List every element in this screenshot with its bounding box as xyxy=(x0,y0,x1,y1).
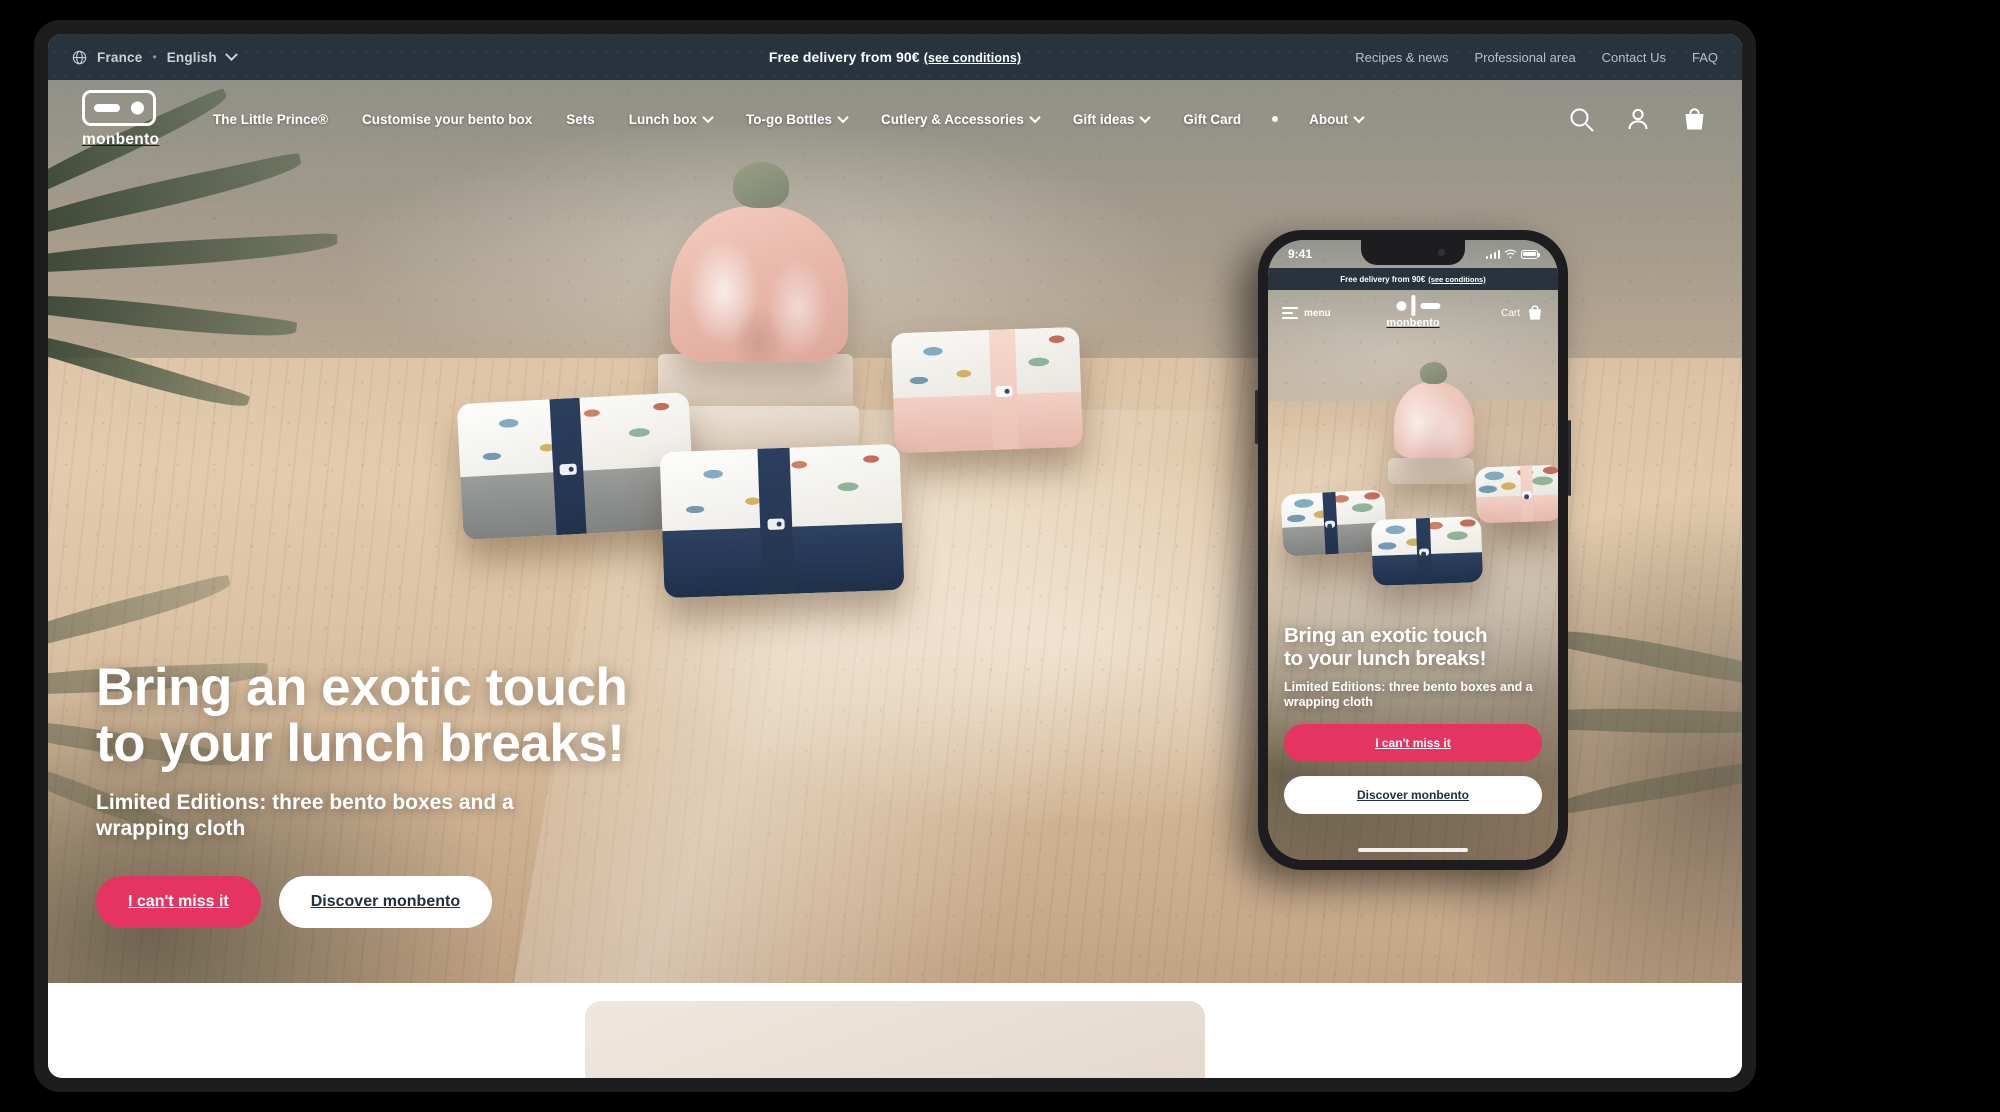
monbento-logo-icon xyxy=(82,89,156,126)
nav-separator-dot xyxy=(1272,116,1279,122)
search-icon[interactable] xyxy=(1568,106,1595,133)
hero-cta-group: I can't miss it Discover monbento xyxy=(96,876,736,928)
nav-item-lunch-box[interactable]: Lunch box xyxy=(612,112,729,127)
mobile-navigation: menu monbento Cart xyxy=(1268,290,1558,336)
nav-item-customise-your-bento-box[interactable]: Customise your bento box xyxy=(345,112,549,127)
mobile-hero-headline: Bring an exotic touch to your lunch brea… xyxy=(1284,625,1542,670)
locale-separator: • xyxy=(152,50,157,64)
nav-item-the-little-prince[interactable]: The Little Prince® xyxy=(196,112,345,127)
chevron-down-icon xyxy=(224,47,238,61)
announcement-bar: France • English Free delivery from 90€ … xyxy=(48,34,1742,80)
chevron-down-icon xyxy=(1139,111,1152,124)
cart-icon xyxy=(1529,305,1541,320)
monbento-logo[interactable]: monbento xyxy=(82,89,162,149)
hamburger-menu-icon xyxy=(1282,307,1298,319)
utility-link-faq[interactable]: FAQ xyxy=(1692,50,1718,65)
mobile-screen: 9:41 Free delivery from 90€ (see conditi… xyxy=(1268,240,1558,860)
nav-icon-group xyxy=(1568,106,1714,133)
mobile-menu-label: menu xyxy=(1304,307,1331,319)
nav-item-sets[interactable]: Sets xyxy=(549,112,612,127)
nav-label: Customise your bento box xyxy=(361,111,533,127)
nav-item-to-go-bottles[interactable]: To-go Bottles xyxy=(729,112,864,127)
wrapping-cloth-product xyxy=(670,206,848,362)
chevron-down-icon xyxy=(1029,111,1041,124)
mobile-see-conditions-link[interactable]: (see conditions) xyxy=(1428,275,1486,284)
nav-label: To-go Bottles xyxy=(746,111,833,127)
free-delivery-text: Free delivery from 90€ xyxy=(768,49,920,65)
hero-headline-line-2: to your lunch breaks! xyxy=(96,713,625,773)
chevron-down-icon xyxy=(1353,111,1365,124)
wifi-icon xyxy=(1504,249,1517,259)
mobile-cart-button[interactable]: Cart xyxy=(1501,304,1544,322)
mobile-cart-label: Cart xyxy=(1501,307,1520,319)
utility-link-recipes[interactable]: Recipes & news xyxy=(1355,50,1448,65)
free-delivery-message: Free delivery from 90€ (see conditions) xyxy=(769,49,1021,65)
nav-label: Gift ideas xyxy=(1072,111,1135,127)
mobile-status-bar: 9:41 xyxy=(1268,240,1558,268)
globe-icon xyxy=(72,50,87,65)
nav-item-gift-ideas[interactable]: Gift ideas xyxy=(1056,112,1167,127)
bento-box-pink xyxy=(890,326,1084,454)
bento-box-navy xyxy=(659,443,905,599)
mobile-hero-content: Bring an exotic touch to your lunch brea… xyxy=(1284,625,1542,814)
mobile-hero-headline-line-1: Bring an exotic touch xyxy=(1284,624,1488,648)
nav-links: The Little Prince® Customise your bento … xyxy=(196,112,1568,127)
cart-icon[interactable] xyxy=(1681,106,1708,133)
locale-country: France xyxy=(97,49,143,65)
mobile-hero-subtitle: Limited Editions: three bento boxes and … xyxy=(1284,679,1533,709)
mobile-device-frame: 9:41 Free delivery from 90€ (see conditi… xyxy=(1255,230,1571,870)
mobile-bento-box-navy xyxy=(1370,516,1484,586)
nav-label: About xyxy=(1309,111,1349,127)
mobile-wrapping-cloth-knot xyxy=(1420,362,1447,384)
hero-content: Bring an exotic touch to your lunch brea… xyxy=(96,657,736,928)
nav-label: Cutlery & Accessories xyxy=(881,111,1024,127)
nav-item-about[interactable]: About xyxy=(1292,112,1380,127)
nav-label: Sets xyxy=(566,111,595,127)
hero-secondary-cta-button[interactable]: Discover monbento xyxy=(278,876,493,928)
mockup-stage: France • English Free delivery from 90€ … xyxy=(0,0,2000,1112)
nav-label: Gift Card xyxy=(1183,111,1242,127)
nav-label: Lunch box xyxy=(628,111,698,127)
page-next-section xyxy=(48,983,1742,1078)
status-time: 9:41 xyxy=(1288,247,1313,261)
mobile-hero-secondary-cta-button[interactable]: Discover monbento xyxy=(1284,776,1542,814)
nav-item-cutlery-accessories[interactable]: Cutlery & Accessories xyxy=(864,112,1056,127)
mobile-menu-button[interactable]: menu xyxy=(1282,307,1331,319)
mobile-product-plinth xyxy=(1388,458,1474,484)
mobile-hero-headline-line-2: to your lunch breaks! xyxy=(1284,646,1487,670)
mobile-bento-box-pink xyxy=(1475,464,1558,524)
nav-label: The Little Prince® xyxy=(213,111,328,127)
locale-language: English xyxy=(166,49,217,65)
next-section-card xyxy=(585,1001,1205,1078)
home-indicator xyxy=(1358,848,1468,852)
hero-headline-line-1: Bring an exotic touch xyxy=(96,657,628,717)
mobile-wrapping-cloth-product xyxy=(1394,382,1474,458)
monbento-logo-icon xyxy=(1410,295,1415,316)
see-conditions-link[interactable]: (see conditions) xyxy=(924,51,1021,65)
signal-bars-icon xyxy=(1485,249,1500,259)
hero-headline: Bring an exotic touch to your lunch brea… xyxy=(96,657,736,773)
chevron-down-icon xyxy=(837,111,849,124)
chevron-down-icon xyxy=(702,111,714,124)
nav-item-gift-card[interactable]: Gift Card xyxy=(1166,112,1258,127)
locale-selector[interactable]: France • English xyxy=(72,47,238,65)
utility-nav: Recipes & news Professional area Contact… xyxy=(1355,50,1718,65)
main-navigation: monbento The Little Prince® Customise yo… xyxy=(48,80,1742,158)
brand-wordmark: monbento xyxy=(82,130,160,148)
status-indicators xyxy=(1485,249,1540,259)
wrapping-cloth-knot xyxy=(733,162,789,208)
mobile-hero-primary-cta-button[interactable]: I can't miss it xyxy=(1284,724,1542,762)
mobile-brand-wordmark: monbento xyxy=(1386,317,1440,329)
mobile-monbento-logo[interactable]: monbento xyxy=(1386,295,1440,329)
hero-primary-cta-button[interactable]: I can't miss it xyxy=(96,876,261,928)
utility-link-professional-area[interactable]: Professional area xyxy=(1475,50,1576,65)
utility-link-contact-us[interactable]: Contact Us xyxy=(1602,50,1666,65)
battery-icon xyxy=(1521,249,1540,259)
mobile-announcement-bar: Free delivery from 90€ (see conditions) xyxy=(1268,268,1558,290)
mobile-free-delivery-text: Free delivery from 90€ xyxy=(1340,274,1426,284)
account-icon[interactable] xyxy=(1625,106,1651,132)
hero-subtitle: Limited Editions: three bento boxes and … xyxy=(96,790,514,840)
